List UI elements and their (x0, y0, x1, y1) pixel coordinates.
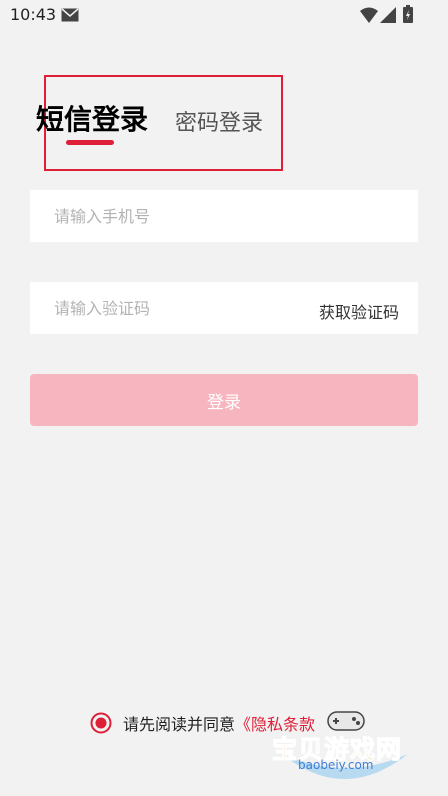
phone-field (30, 190, 418, 242)
code-field: 获取验证码 (30, 282, 418, 334)
active-tab-indicator (66, 140, 114, 145)
status-time: 10:43 (10, 5, 57, 24)
phone-input[interactable] (54, 190, 304, 242)
watermark-url: baobeiy.com (298, 758, 374, 772)
agreement-text: 请先阅读并同意 (123, 715, 236, 734)
verification-code-input[interactable] (54, 282, 304, 334)
tab-password-login[interactable]: 密码登录 (175, 105, 263, 137)
login-button[interactable]: 登录 (30, 374, 418, 426)
signal-icon (380, 7, 396, 23)
wifi-icon (360, 7, 378, 23)
battery-icon (403, 5, 413, 23)
tab-sms-login[interactable]: 短信登录 (36, 98, 148, 138)
login-button-label: 登录 (207, 392, 241, 413)
agreement-radio-icon[interactable] (90, 712, 112, 734)
watermark: 宝贝游戏网 baobeiy.com (268, 708, 418, 792)
get-code-button[interactable]: 获取验证码 (319, 299, 399, 323)
status-bar: 10:43 (0, 0, 448, 30)
mail-icon (61, 8, 79, 22)
